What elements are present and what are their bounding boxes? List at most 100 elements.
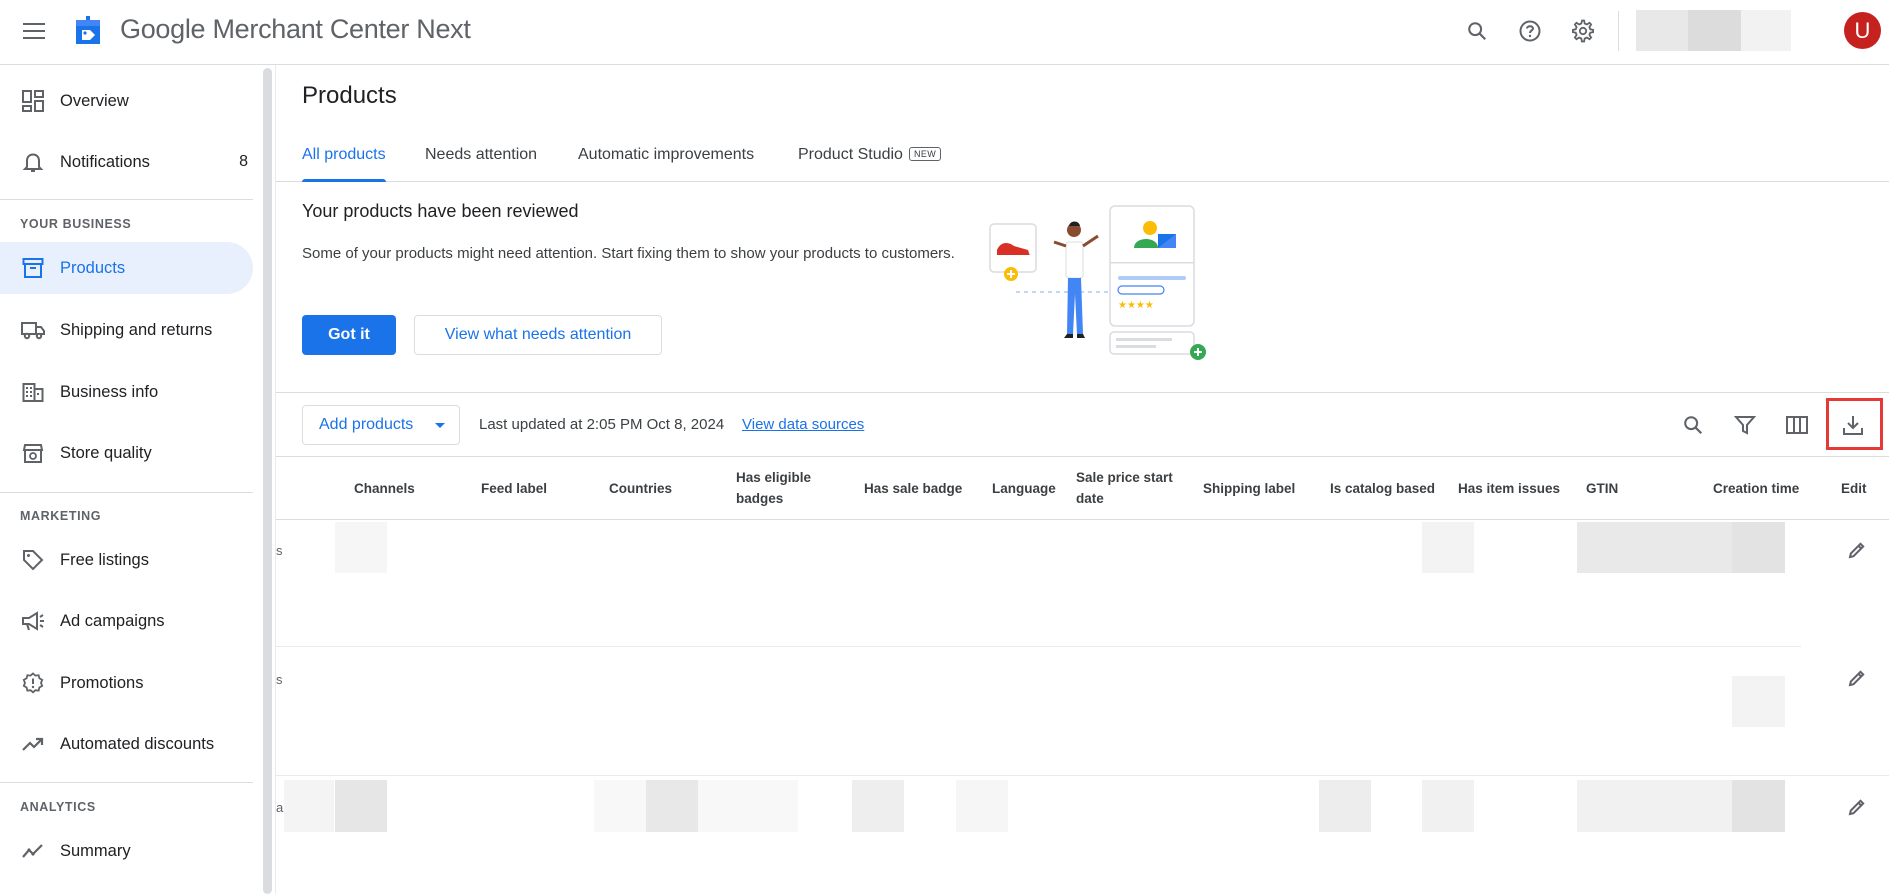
product-toolbar: Add products Last updated at 2:05 PM Oct… — [276, 393, 1889, 457]
avatar[interactable]: U — [1844, 12, 1881, 49]
tab-all-products[interactable]: All products — [302, 146, 386, 182]
sidebar-divider — [0, 492, 253, 493]
redacted-cell — [646, 780, 698, 832]
top-app-bar: Google Merchant Center Next U — [0, 0, 1889, 65]
redacted-cell — [1577, 780, 1732, 832]
truck-icon — [21, 318, 45, 342]
megaphone-icon — [21, 609, 45, 633]
help-icon[interactable] — [1514, 15, 1546, 47]
columns-icon[interactable] — [1781, 409, 1813, 441]
sidebar-section-heading: ANALYTICS — [20, 800, 96, 814]
archive-icon — [21, 256, 45, 280]
row-cell-text: s — [276, 543, 283, 558]
sidebar-item-label: Summary — [60, 841, 131, 860]
column-header-sale-price-start-date[interactable]: Sale price start date — [1076, 467, 1191, 509]
store-badge-icon — [21, 441, 45, 465]
sidebar: Overview Notifications 8 YOUR BUSINESS P… — [0, 65, 262, 894]
column-header-is-catalog-based[interactable]: Is catalog based — [1330, 478, 1435, 499]
review-banner: Your products have been reviewed Some of… — [276, 182, 1889, 393]
account-switcher-placeholder[interactable] — [1688, 10, 1741, 51]
sidebar-scrollbar[interactable] — [263, 68, 272, 894]
sidebar-item-label: Free listings — [60, 550, 149, 569]
sidebar-item-promotions[interactable]: Promotions — [0, 657, 253, 709]
redacted-cell — [852, 780, 904, 832]
settings-icon[interactable] — [1567, 15, 1599, 47]
column-header-gtin[interactable]: GTIN — [1586, 478, 1618, 499]
redacted-cell — [1732, 522, 1785, 573]
sidebar-item-shipping[interactable]: Shipping and returns — [0, 304, 253, 356]
redacted-cell — [1732, 676, 1785, 727]
tab-label: Product Studio — [798, 146, 903, 163]
review-illustration: ★★★★ — [989, 205, 1206, 360]
got-it-button[interactable]: Got it — [302, 315, 396, 355]
column-header-edit: Edit — [1841, 481, 1867, 496]
column-header-has-item-issues[interactable]: Has item issues — [1458, 478, 1560, 499]
app-title-google: Google — [120, 14, 206, 44]
sidebar-divider — [0, 782, 253, 783]
sidebar-item-summary[interactable]: Summary — [0, 825, 253, 877]
dropdown-caret-icon — [435, 423, 445, 428]
row-cell-text: a — [276, 800, 284, 815]
filter-icon[interactable] — [1729, 409, 1761, 441]
sidebar-item-automated-discounts[interactable]: Automated discounts — [0, 718, 253, 770]
menu-icon[interactable] — [20, 17, 48, 45]
sidebar-item-label: Notifications — [60, 152, 150, 171]
account-switcher-placeholder[interactable] — [1741, 10, 1791, 51]
merchant-center-logo[interactable] — [72, 14, 104, 46]
product-tabs: All products Needs attention Automatic i… — [276, 140, 1889, 182]
sidebar-item-ad-campaigns[interactable]: Ad campaigns — [0, 595, 253, 647]
view-attention-button[interactable]: View what needs attention — [414, 315, 662, 355]
redacted-cell — [956, 780, 1008, 832]
notification-count: 8 — [239, 153, 248, 170]
sidebar-item-products[interactable]: Products — [0, 242, 253, 294]
column-header-language[interactable]: Language — [992, 478, 1056, 499]
redacted-cell — [1319, 780, 1371, 832]
sidebar-section-heading: MARKETING — [20, 509, 102, 523]
column-header-has-sale-badge[interactable]: Has sale badge — [864, 478, 962, 499]
column-header-feed-label[interactable]: Feed label — [481, 478, 547, 499]
column-header-creation-time[interactable]: Creation time — [1713, 478, 1799, 499]
redacted-cell — [335, 522, 387, 573]
tab-needs-attention[interactable]: Needs attention — [425, 146, 537, 182]
column-header-shipping-label[interactable]: Shipping label — [1203, 478, 1295, 499]
add-products-label: Add products — [319, 416, 414, 433]
sidebar-item-label: Shipping and returns — [60, 320, 213, 339]
search-icon[interactable] — [1677, 409, 1709, 441]
app-title: Google Merchant Center Next — [120, 14, 471, 45]
account-divider — [1618, 11, 1619, 51]
sidebar-item-label: Business info — [60, 382, 159, 401]
redacted-cell — [698, 780, 798, 832]
column-header-has-eligible-badges[interactable]: Has eligible badges — [736, 467, 836, 509]
bell-icon — [21, 150, 45, 174]
column-header-countries[interactable]: Countries — [609, 478, 672, 499]
sidebar-item-overview[interactable]: Overview — [0, 75, 253, 127]
row-cell-text: s — [276, 672, 283, 687]
sidebar-item-free-listings[interactable]: Free listings — [0, 534, 253, 586]
redacted-cell — [594, 780, 646, 832]
search-icon[interactable] — [1461, 15, 1493, 47]
edit-icon[interactable] — [1845, 538, 1869, 562]
dashboard-icon — [21, 89, 45, 113]
promotion-icon — [21, 671, 45, 695]
last-updated-text: Last updated at 2:05 PM Oct 8, 2024 — [479, 416, 725, 433]
svg-text:★★★★: ★★★★ — [1118, 300, 1154, 311]
sidebar-item-label: Overview — [60, 91, 129, 110]
add-products-button[interactable]: Add products — [302, 405, 460, 445]
column-header-channels[interactable]: Channels — [354, 478, 415, 499]
sidebar-item-business-info[interactable]: Business info — [0, 366, 253, 418]
sidebar-item-label: Promotions — [60, 673, 144, 692]
sidebar-section-heading: YOUR BUSINESS — [20, 217, 132, 231]
account-switcher-placeholder[interactable] — [1636, 10, 1688, 51]
row-divider — [276, 775, 1889, 776]
analytics-line-icon — [21, 839, 45, 863]
tag-icon — [21, 548, 45, 572]
row-divider — [276, 646, 1801, 647]
edit-icon[interactable] — [1845, 795, 1869, 819]
tab-product-studio[interactable]: Product Studio NEW — [798, 146, 942, 182]
sidebar-item-store-quality[interactable]: Store quality — [0, 427, 253, 479]
edit-icon[interactable] — [1845, 666, 1869, 690]
tab-automatic-improvements[interactable]: Automatic improvements — [578, 146, 754, 182]
view-data-sources-link[interactable]: View data sources — [742, 416, 864, 433]
sidebar-item-notifications[interactable]: Notifications 8 — [0, 136, 253, 188]
redacted-cell — [1422, 780, 1474, 832]
